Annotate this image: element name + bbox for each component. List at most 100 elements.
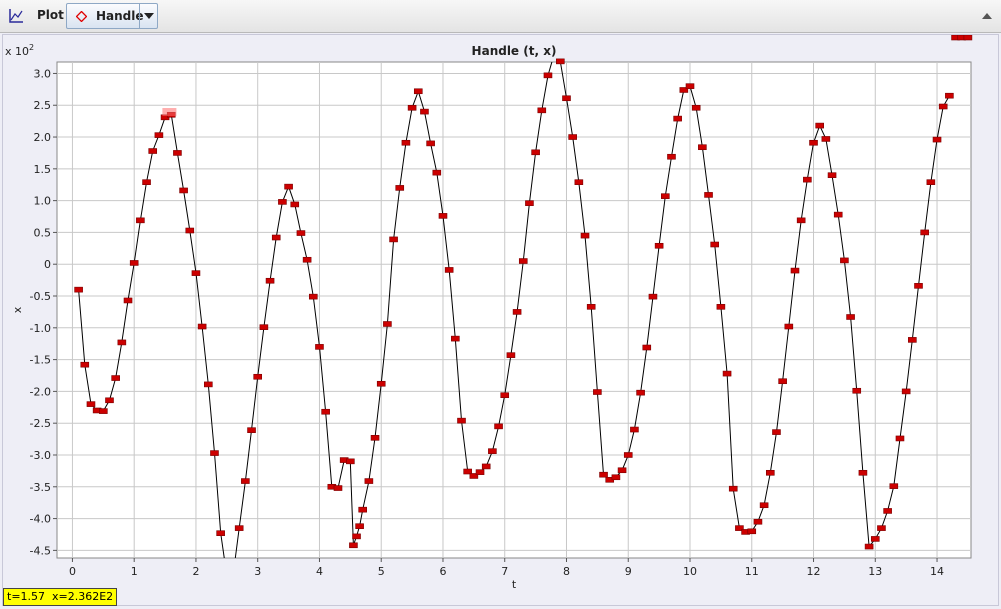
- data-point[interactable]: [926, 179, 936, 185]
- data-point[interactable]: [265, 277, 275, 284]
- data-point[interactable]: [321, 408, 330, 415]
- data-point[interactable]: [827, 172, 837, 178]
- data-point[interactable]: [858, 469, 868, 476]
- data-point[interactable]: [302, 256, 312, 263]
- data-point[interactable]: [914, 283, 923, 289]
- data-point[interactable]: [99, 408, 108, 414]
- data-point[interactable]: [358, 506, 367, 513]
- data-point[interactable]: [938, 103, 948, 110]
- data-point[interactable]: [568, 134, 577, 140]
- data-point[interactable]: [630, 426, 639, 433]
- data-point[interactable]: [346, 458, 355, 465]
- data-point[interactable]: [661, 193, 670, 199]
- data-point[interactable]: [667, 153, 676, 160]
- data-point[interactable]: [389, 236, 398, 243]
- data-point[interactable]: [475, 469, 485, 475]
- data-point[interactable]: [580, 232, 590, 239]
- handle-dropdown[interactable]: Handle: [66, 3, 158, 29]
- data-point[interactable]: [932, 136, 942, 143]
- data-point[interactable]: [438, 213, 448, 219]
- data-point[interactable]: [259, 324, 269, 330]
- data-point[interactable]: [142, 179, 151, 185]
- data-point[interactable]: [74, 286, 83, 293]
- data-point[interactable]: [648, 293, 658, 300]
- data-point[interactable]: [117, 339, 127, 346]
- data-point[interactable]: [247, 427, 256, 433]
- plot-icon[interactable]: [7, 7, 25, 25]
- data-point[interactable]: [105, 397, 114, 404]
- data-point[interactable]: [908, 337, 917, 343]
- data-point[interactable]: [148, 148, 158, 154]
- data-point[interactable]: [599, 471, 608, 478]
- data-point[interactable]: [234, 525, 244, 531]
- data-point[interactable]: [179, 187, 188, 194]
- data-point[interactable]: [883, 508, 892, 514]
- data-point[interactable]: [778, 378, 787, 385]
- data-point[interactable]: [370, 435, 380, 441]
- data-point[interactable]: [747, 528, 757, 535]
- data-point[interactable]: [728, 485, 738, 492]
- data-point[interactable]: [512, 309, 522, 315]
- data-point[interactable]: [531, 149, 540, 156]
- data-point[interactable]: [833, 211, 843, 218]
- data-point[interactable]: [413, 88, 423, 95]
- data-point[interactable]: [518, 258, 528, 264]
- data-point[interactable]: [815, 122, 824, 129]
- data-point[interactable]: [537, 107, 547, 114]
- data-point[interactable]: [877, 525, 886, 531]
- data-point[interactable]: [129, 260, 139, 266]
- data-point[interactable]: [284, 183, 293, 190]
- data-point[interactable]: [574, 179, 584, 185]
- data-point[interactable]: [636, 389, 645, 396]
- data-point[interactable]: [852, 387, 862, 394]
- data-point[interactable]: [296, 230, 306, 236]
- data-point[interactable]: [494, 423, 503, 430]
- data-point[interactable]: [556, 58, 565, 65]
- chart[interactable]: 0 1 2 3 4 5 6 7 8 9 10 11 12 13 143.02.52.01.51.00.50-…: [3, 35, 998, 605]
- data-point[interactable]: [333, 485, 343, 491]
- data-point[interactable]: [685, 83, 695, 89]
- data-point[interactable]: [821, 136, 831, 142]
- data-point[interactable]: [136, 217, 145, 224]
- data-point[interactable]: [426, 140, 435, 147]
- data-point[interactable]: [241, 478, 250, 484]
- data-point[interactable]: [710, 241, 720, 248]
- data-point[interactable]: [623, 452, 633, 458]
- data-point[interactable]: [543, 72, 553, 79]
- data-point[interactable]: [278, 199, 287, 205]
- data-point[interactable]: [481, 463, 491, 470]
- data-point[interactable]: [901, 388, 911, 395]
- data-point[interactable]: [809, 139, 818, 146]
- data-point[interactable]: [253, 373, 263, 380]
- data-point[interactable]: [86, 401, 96, 407]
- chevron-down-icon[interactable]: [139, 4, 158, 28]
- data-point[interactable]: [444, 267, 454, 273]
- data-point[interactable]: [945, 92, 954, 99]
- data-point[interactable]: [864, 543, 874, 550]
- data-point[interactable]: [617, 467, 627, 474]
- data-point[interactable]: [870, 536, 880, 542]
- data-point[interactable]: [506, 352, 516, 358]
- data-point[interactable]: [753, 518, 763, 525]
- data-point[interactable]: [759, 502, 769, 509]
- data-point[interactable]: [395, 185, 405, 191]
- data-point[interactable]: [457, 417, 466, 424]
- data-point[interactable]: [173, 150, 182, 156]
- data-point[interactable]: [451, 335, 460, 342]
- data-point[interactable]: [364, 478, 374, 484]
- data-point[interactable]: [290, 201, 300, 208]
- data-point[interactable]: [963, 35, 973, 41]
- data-point[interactable]: [216, 530, 225, 537]
- data-point[interactable]: [154, 132, 164, 138]
- data-point[interactable]: [349, 542, 358, 549]
- data-point[interactable]: [593, 389, 602, 395]
- data-point[interactable]: [80, 361, 90, 368]
- data-point[interactable]: [210, 450, 219, 456]
- data-point[interactable]: [722, 370, 732, 377]
- collapse-toggle-icon[interactable]: [982, 13, 992, 19]
- data-point[interactable]: [673, 115, 682, 122]
- data-point[interactable]: [352, 533, 361, 540]
- data-point[interactable]: [920, 229, 929, 236]
- data-point[interactable]: [525, 200, 534, 206]
- data-point[interactable]: [586, 304, 596, 310]
